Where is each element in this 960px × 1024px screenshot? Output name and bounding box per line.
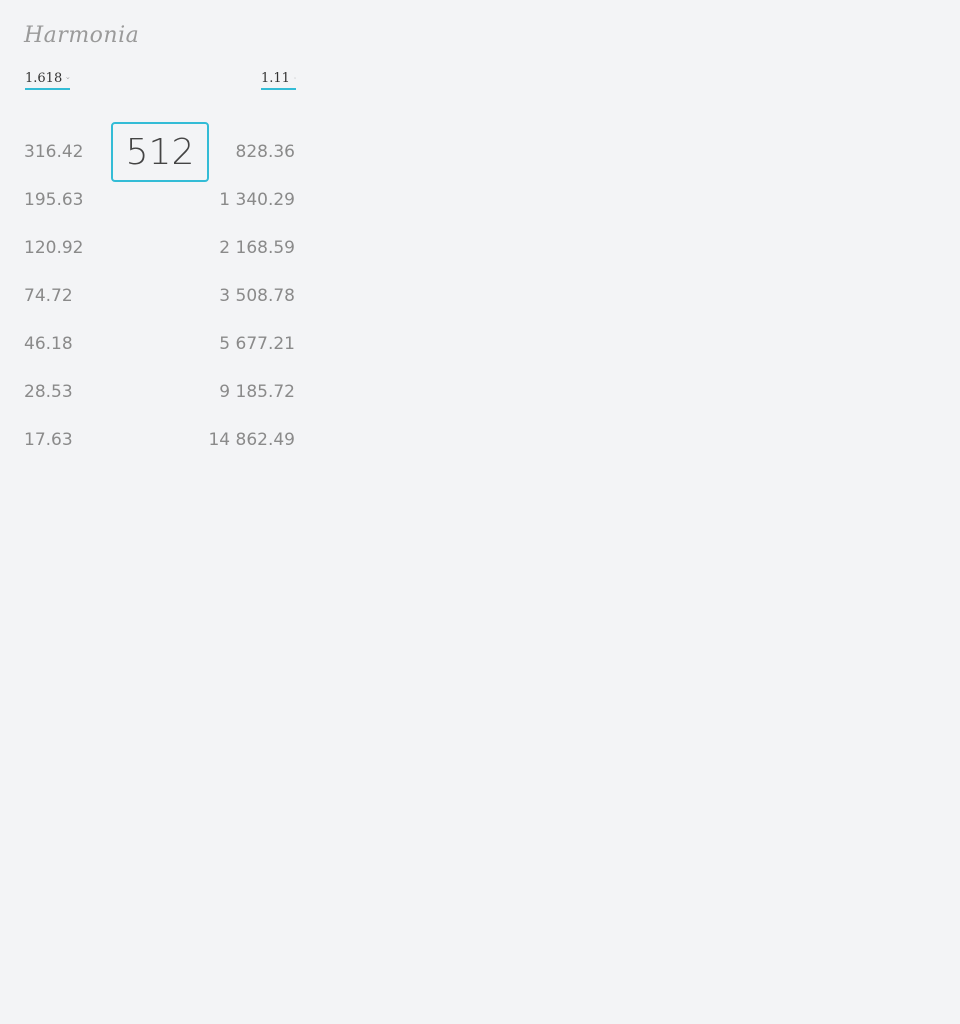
upper-scale-value: 828.36 <box>235 142 295 162</box>
lower-scale-value: 74.72 <box>24 286 73 306</box>
ratio-select-right-value: 1.11 <box>261 70 290 86</box>
upper-scale-value: 14 862.49 <box>208 430 295 450</box>
upper-scale-value: 9 185.72 <box>219 382 295 402</box>
lower-scale-value: 195.63 <box>24 190 84 210</box>
lower-scale-value: 316.42 <box>24 142 84 162</box>
ratio-select-left-value: 1.618 <box>25 70 63 86</box>
app-logo: Harmonia <box>24 23 140 48</box>
ratio-select-right[interactable]: 1.11 <box>261 68 296 90</box>
upper-scale-value: 2 168.59 <box>219 238 295 258</box>
ratio-select-left[interactable]: 1.618 <box>25 68 70 90</box>
upper-scale-column: 828.36 1 340.29 2 168.59 3 508.78 5 677.… <box>180 140 295 476</box>
lower-scale-value: 120.92 <box>24 238 84 258</box>
lower-scale-column: 316.42 195.63 120.92 74.72 46.18 28.53 1… <box>24 140 83 476</box>
upper-scale-value: 5 677.21 <box>219 334 295 354</box>
upper-scale-value: 1 340.29 <box>219 190 295 210</box>
upper-scale-value: 3 508.78 <box>219 286 295 306</box>
lower-scale-value: 46.18 <box>24 334 73 354</box>
lower-scale-value: 17.63 <box>24 430 73 450</box>
lower-scale-value: 28.53 <box>24 382 73 402</box>
chevron-down-icon <box>294 77 296 79</box>
chevron-down-icon <box>66 77 70 80</box>
